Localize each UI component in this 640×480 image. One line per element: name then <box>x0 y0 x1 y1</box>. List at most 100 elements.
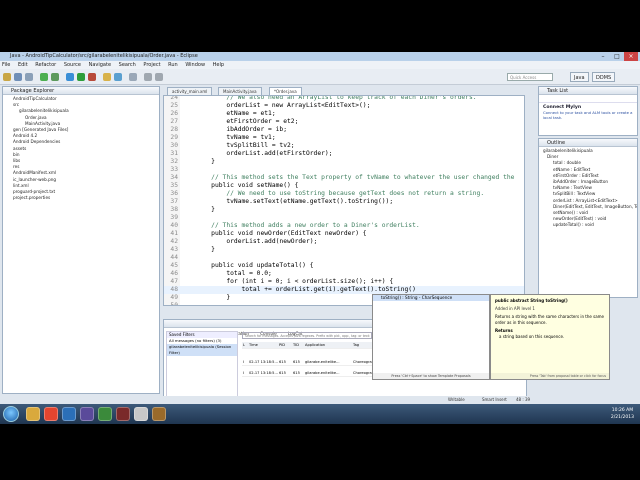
code-text: tvSplitBill = tv2; <box>196 142 295 149</box>
eclipse-taskbar-icon[interactable] <box>80 407 94 421</box>
line-number: 42 <box>170 238 178 245</box>
code-text: // We need to use toString because getTe… <box>196 190 485 197</box>
code-line: 35 public void setName() { <box>164 182 524 190</box>
line-number: 36 <box>170 190 178 197</box>
menu-window[interactable]: Window <box>185 62 205 68</box>
menu-refactor[interactable]: Refactor <box>35 62 56 68</box>
line-number: 41 <box>170 230 178 237</box>
menu-source[interactable]: Source <box>64 62 81 68</box>
table-cell: 02-17 13:18:5... <box>249 371 278 375</box>
task-list-header: Task List <box>539 87 637 95</box>
perspective-ddms-button[interactable]: DDMS <box>592 72 616 82</box>
line-number: 48 <box>170 286 178 293</box>
explorer-icon[interactable] <box>26 407 40 421</box>
javadoc-footer: Press 'Tab' from proposal table or click… <box>491 373 609 379</box>
table-cell: 615 <box>293 360 300 364</box>
autocomplete-item-tostring[interactable]: toString() : String - CharSequence <box>373 295 489 301</box>
app-taskbar-icon-3[interactable] <box>134 407 148 421</box>
code-line: 48 total += orderList.get(i).getText().t… <box>164 286 524 294</box>
column-header: Time <box>249 343 258 347</box>
perspective-java-button[interactable]: Java <box>570 72 589 82</box>
outline-panel: Outline gilarabelenitelikisipuala Diner to… <box>538 138 638 298</box>
menu-file[interactable]: File <box>2 62 10 68</box>
package-tree: AndroidTipCalculator src gilarabelenitelik… <box>3 95 159 201</box>
android-sdk-icon[interactable] <box>40 73 48 81</box>
debug-icon[interactable] <box>66 73 74 81</box>
app-taskbar-icon-1[interactable] <box>98 407 112 421</box>
menu-bar: File Edit Refactor Source Navigate Searc… <box>0 61 640 69</box>
line-number: 37 <box>170 198 178 205</box>
run-icon[interactable] <box>77 73 85 81</box>
code-line: 45 public void updateTotal() { <box>164 262 524 270</box>
line-number: 50 <box>170 302 178 306</box>
logcat-search-input[interactable]: Search for messages. Accepts Java regexe… <box>242 332 372 339</box>
quick-access-input[interactable]: Quick Access <box>507 73 553 81</box>
window-title: Java - AndroidTipCalculator/src/gilarabe… <box>10 53 198 59</box>
new-icon[interactable] <box>3 73 11 81</box>
code-text: } <box>196 294 231 301</box>
code-line: 39 <box>164 214 524 222</box>
package-explorer-title: Package Explorer <box>11 88 55 94</box>
mylyn-box: Connect Mylyn Connect to your task and A… <box>539 103 637 122</box>
chrome-icon[interactable] <box>44 407 58 421</box>
mylyn-text[interactable]: Connect to your task and ALM tools or cr… <box>543 110 633 120</box>
app-taskbar-icon-2[interactable] <box>116 407 130 421</box>
menu-help[interactable]: Help <box>213 62 224 68</box>
line-number: 45 <box>170 262 178 269</box>
menu-navigate[interactable]: Navigate <box>89 62 111 68</box>
code-text: public void updateTotal() { <box>196 262 314 269</box>
external-tools-icon[interactable] <box>88 73 96 81</box>
code-text: etName = et1; <box>196 110 276 117</box>
code-line: 41 public void newOrder(EditText newOrde… <box>164 230 524 238</box>
new-java-package-icon[interactable] <box>103 73 111 81</box>
code-text: // This method sets the Text property of… <box>196 174 515 181</box>
outline-item[interactable]: updateTotal() : void <box>543 222 637 228</box>
line-number: 44 <box>170 254 178 261</box>
outline-header: Outline <box>539 139 637 147</box>
app-taskbar-icon-4[interactable] <box>152 407 166 421</box>
search-icon[interactable] <box>129 73 137 81</box>
outline-title: Outline <box>547 140 566 146</box>
code-line: 46 total = 0.0; <box>164 270 524 278</box>
forward-icon[interactable] <box>155 73 163 81</box>
column-header: PID <box>279 343 285 347</box>
menu-search[interactable]: Search <box>119 62 136 68</box>
menu-project[interactable]: Project <box>143 62 160 68</box>
tab-activity-main[interactable]: activity_main.xml <box>167 87 213 95</box>
line-number: 47 <box>170 278 178 285</box>
line-number: 49 <box>170 294 178 301</box>
back-icon[interactable] <box>144 73 152 81</box>
editor-tabs: activity_main.xml MainActivity.java *Ord… <box>163 86 525 95</box>
code-line: 25 orderList = new ArrayList<EditText>()… <box>164 102 524 110</box>
system-clock[interactable]: 10:26 AM 2/21/2013 <box>611 407 634 421</box>
code-line: 32 } <box>164 158 524 166</box>
package-tree-item[interactable]: project.properties <box>7 195 159 201</box>
avd-manager-icon[interactable] <box>51 73 59 81</box>
code-text: tvName = tv1; <box>196 134 276 141</box>
new-class-icon[interactable] <box>114 73 122 81</box>
close-icon[interactable]: × <box>624 52 638 61</box>
minimize-icon[interactable]: – <box>596 52 610 61</box>
code-text: tvName.setText(etName.getText().toString… <box>196 198 394 205</box>
media-player-icon[interactable] <box>62 407 76 421</box>
tab-mainactivity[interactable]: MainActivity.java <box>218 87 262 95</box>
line-number: 46 <box>170 270 178 277</box>
filter-session[interactable]: gilarabelenitelikisipuala (Session Filte… <box>167 344 237 356</box>
code-line: 43 } <box>164 246 524 254</box>
save-icon[interactable] <box>14 73 22 81</box>
code-line: 44 <box>164 254 524 262</box>
print-icon[interactable] <box>25 73 33 81</box>
menu-run[interactable]: Run <box>168 62 178 68</box>
table-cell: gilarabe.enitelike... <box>305 360 340 364</box>
code-text: orderList.add(newOrder); <box>196 238 318 245</box>
status-writable: Writable <box>448 397 465 402</box>
tab-order[interactable]: *Order.java <box>269 87 302 95</box>
start-button[interactable] <box>3 406 19 422</box>
line-number: 38 <box>170 206 178 213</box>
maximize-icon[interactable]: □ <box>610 52 624 61</box>
line-number: 33 <box>170 166 178 173</box>
menu-edit[interactable]: Edit <box>18 62 28 68</box>
autocomplete-popup: toString() : String - CharSequence Press… <box>372 294 490 380</box>
code-editor[interactable]: 24 // We also need an ArrayList to keep … <box>163 95 525 306</box>
clock-time: 10:26 AM <box>611 408 634 413</box>
